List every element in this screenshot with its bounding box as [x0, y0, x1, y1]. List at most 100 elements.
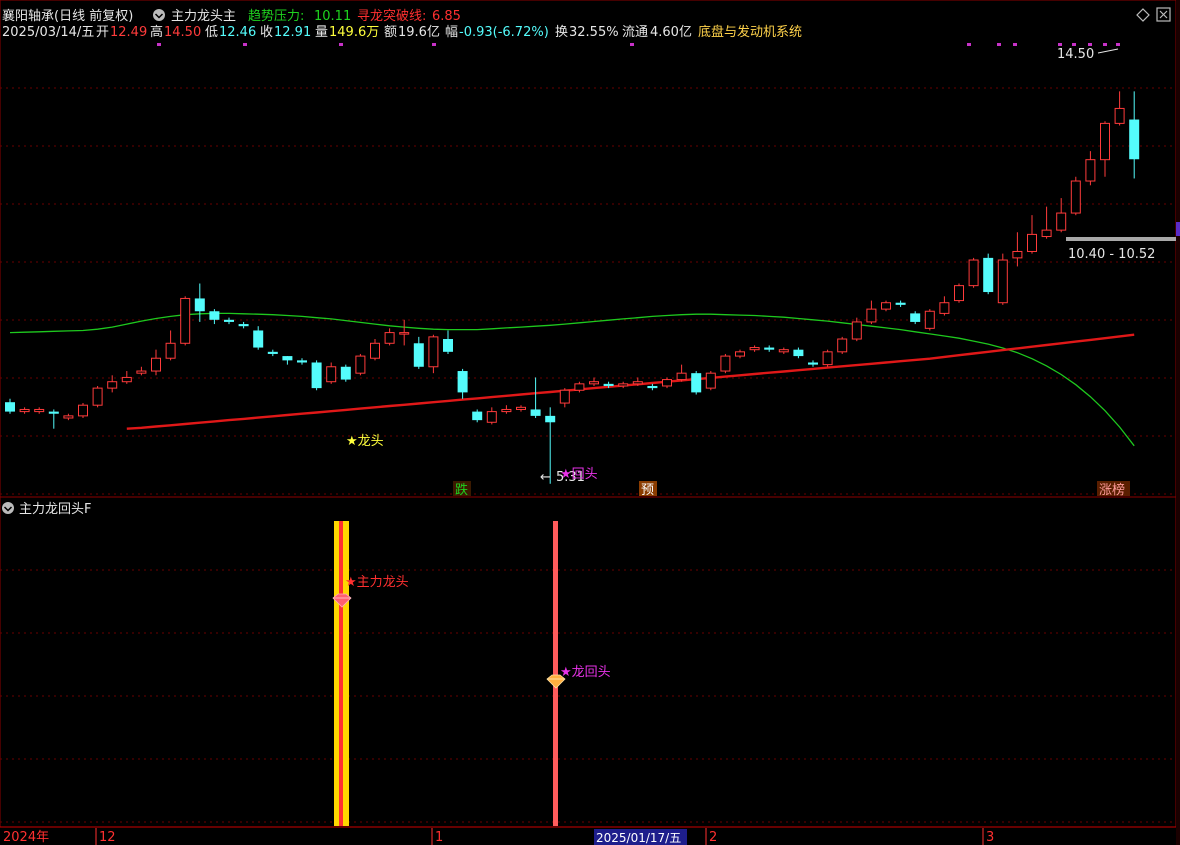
candle [238, 321, 249, 329]
candle [34, 407, 45, 414]
candle [1100, 121, 1110, 177]
high-price-label: 14.50 [1057, 47, 1094, 62]
main-dragon-label: ★主力龙头 [345, 575, 409, 590]
candle [297, 358, 307, 365]
change-label: 幅 [445, 25, 458, 40]
right-edge [1176, 0, 1180, 845]
candle [530, 377, 541, 419]
candle [151, 349, 161, 376]
candle [19, 407, 30, 414]
candle [121, 371, 132, 384]
candle [428, 334, 439, 374]
top-dots [157, 43, 1120, 46]
close-value: 12.91 [274, 25, 311, 40]
candle [253, 326, 264, 350]
candle [282, 356, 293, 365]
open-label: 开 [96, 25, 109, 40]
high-value: 14.50 [164, 25, 201, 40]
candle [486, 407, 497, 425]
candle [851, 317, 862, 342]
close-label: 收 [260, 25, 273, 40]
change-value: -0.93(-6.72%) [459, 25, 549, 40]
stock-title[interactable]: 襄阳轴承(日线 前复权) [2, 8, 133, 24]
candle [209, 309, 220, 325]
return-dragon-bar [553, 521, 558, 826]
candle [589, 377, 599, 386]
candle [618, 381, 629, 389]
candle [910, 311, 921, 325]
settings-icon[interactable] [153, 9, 165, 21]
float-label: 流通 [622, 25, 648, 40]
candle [443, 330, 453, 354]
low-value: 12.46 [219, 25, 256, 40]
candle [647, 383, 658, 391]
tag-die: 跌 [453, 481, 471, 498]
candle [194, 283, 205, 322]
system-name: 底盘与发动机系统 [698, 24, 802, 40]
candle [78, 403, 88, 419]
sub-grid [0, 569, 1176, 823]
candle [1070, 176, 1081, 216]
indicator-name: 主力龙头主 [171, 9, 236, 24]
close-icon[interactable] [1156, 7, 1171, 22]
candle [516, 405, 526, 412]
candle [224, 317, 234, 325]
seek-label: 寻龙突破线: [357, 8, 426, 24]
candle [1114, 91, 1125, 126]
high-price-arrow [1097, 48, 1119, 54]
candle [954, 283, 964, 303]
moving-average-lines [9, 312, 1135, 447]
candle [924, 309, 935, 331]
candle [793, 347, 804, 359]
svg-text:跌: 跌 [455, 482, 468, 498]
candle [399, 319, 410, 346]
seek-value: 6.85 [432, 9, 461, 24]
candle [1056, 198, 1067, 233]
candle [413, 336, 424, 369]
tag-yu: 预 [639, 481, 657, 498]
dragon-head-signal: ★龙头 [346, 434, 384, 449]
candle [1012, 232, 1023, 267]
candle [997, 253, 1008, 305]
candle [778, 347, 789, 354]
sub-panel-toggle-icon[interactable] [2, 502, 14, 514]
low-price-arrow: ← [540, 470, 551, 485]
price-range-label: 10.40 - 10.52 [1068, 247, 1155, 262]
x-axis-label-3: 3 [986, 830, 994, 845]
main-dragon-bar [334, 521, 349, 826]
candle [92, 385, 103, 408]
diamond-icon[interactable] [1136, 8, 1150, 22]
sub-panel-frame [0, 496, 1177, 828]
candle [705, 371, 716, 391]
candle [808, 360, 818, 367]
svg-text:2025/01/17/五: 2025/01/17/五 [596, 831, 681, 845]
candle [881, 300, 891, 312]
candle [472, 409, 483, 423]
volume-value: 149.6万 [329, 25, 379, 40]
cursor-date-box: 2025/01/17/五 [594, 829, 687, 845]
candle [735, 349, 745, 359]
candle [939, 296, 950, 316]
candle [180, 296, 191, 346]
main-panel-frame [0, 0, 1177, 498]
svg-text:涨榜: 涨榜 [1099, 482, 1125, 498]
return-head-signal: ★回头 [560, 467, 598, 482]
turnover-label: 换 [555, 25, 568, 40]
amount-label: 额 [384, 25, 397, 40]
candle [501, 405, 512, 414]
candle [895, 300, 906, 307]
candle [720, 353, 731, 374]
candle [1085, 151, 1096, 186]
tag-zhangbang: 涨榜 [1097, 481, 1130, 498]
candle [311, 360, 322, 391]
candle [749, 345, 760, 352]
candle [983, 253, 994, 295]
red-ma-line [126, 333, 1135, 430]
chart-canvas: 襄阳轴承(日线 前复权) 主力龙头主 趋势压力: 10.11 寻龙突破线: 6.… [0, 0, 1180, 845]
candle [136, 366, 147, 376]
candle [837, 336, 848, 354]
candle [822, 349, 833, 367]
candle [691, 371, 702, 395]
candle [1129, 91, 1140, 179]
trend-value: 10.11 [314, 9, 351, 24]
